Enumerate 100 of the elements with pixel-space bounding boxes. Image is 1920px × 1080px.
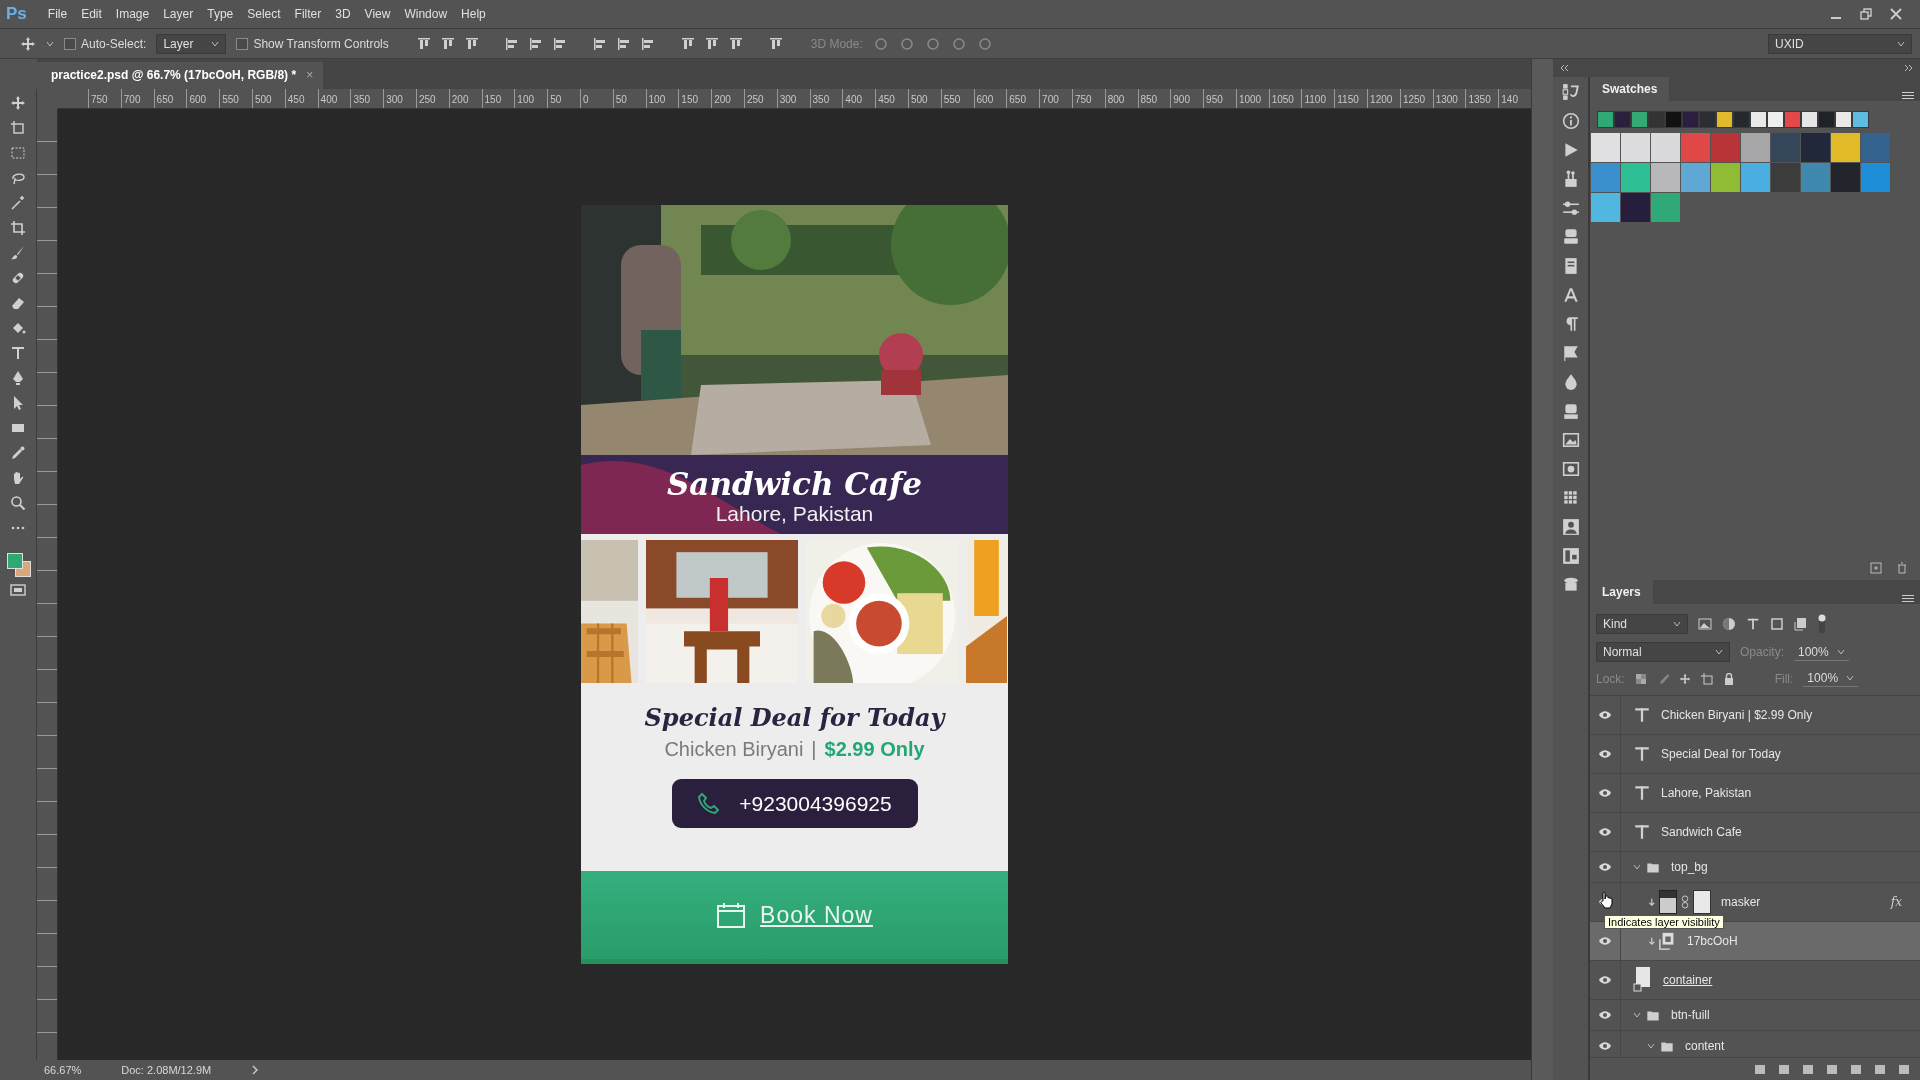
align-vertical-icon[interactable] (464, 36, 479, 51)
swatch[interactable] (1733, 111, 1750, 128)
align-vertical-icon[interactable] (440, 36, 455, 51)
expand-caret-icon[interactable] (1647, 1042, 1655, 1050)
effects-label[interactable]: fx (1890, 895, 1902, 909)
menu-item[interactable]: Select (240, 4, 288, 24)
swatch[interactable] (1771, 163, 1800, 192)
distribute-horizontal-icon[interactable] (704, 36, 719, 51)
eye-icon[interactable] (1598, 1010, 1612, 1020)
expand-caret-icon[interactable] (1633, 863, 1641, 871)
align-horizontal-icon[interactable] (504, 36, 519, 51)
zoom-icon[interactable] (10, 495, 26, 511)
restore-icon[interactable] (1860, 8, 1872, 20)
swatch[interactable] (1861, 133, 1890, 162)
swatch[interactable] (1621, 193, 1650, 222)
layer-row[interactable]: top_bg (1590, 852, 1920, 883)
type-tool-icon[interactable] (10, 345, 26, 361)
lock-icon[interactable] (1722, 672, 1735, 685)
menu-item[interactable]: 3D (328, 4, 358, 24)
marquee-icon[interactable] (10, 145, 26, 161)
eye-icon[interactable] (1598, 827, 1612, 837)
eye-icon[interactable] (1598, 710, 1612, 720)
filter-image-icon[interactable] (1698, 617, 1712, 631)
panel-menu-icon[interactable] (1902, 91, 1914, 101)
menu-item[interactable]: File (40, 4, 75, 24)
picture-frame-icon[interactable] (1561, 460, 1580, 478)
swatch[interactable] (1682, 111, 1699, 128)
opacity-field[interactable]: 100% (1794, 643, 1849, 661)
layer-row[interactable]: container (1590, 961, 1920, 1000)
character-icon[interactable] (1561, 286, 1580, 304)
history-icon[interactable] (1561, 83, 1580, 101)
swatch[interactable] (1631, 111, 1648, 128)
target-dropdown[interactable]: Layer (156, 33, 227, 54)
swatch[interactable] (1711, 133, 1740, 162)
blend-mode-dropdown[interactable]: Normal (1596, 642, 1730, 662)
lasso-icon[interactable] (10, 170, 26, 186)
eye-icon[interactable] (1598, 936, 1612, 946)
menu-item[interactable]: Window (397, 4, 455, 24)
eye-icon[interactable] (1598, 749, 1612, 759)
swatch[interactable] (1801, 133, 1830, 162)
swatch[interactable] (1801, 111, 1818, 128)
image-icon[interactable] (1561, 431, 1580, 449)
menu-item[interactable]: Type (200, 4, 241, 24)
filter-dropdown[interactable]: Kind (1596, 614, 1688, 634)
distribute-horizontal-icon[interactable] (680, 36, 695, 51)
swatch[interactable] (1621, 133, 1650, 162)
eye-icon[interactable] (1598, 975, 1612, 985)
layer-row[interactable]: btn-fuill (1590, 1000, 1920, 1031)
move-icon[interactable] (10, 95, 26, 111)
swatch[interactable] (1651, 163, 1680, 192)
menu-item[interactable]: Help (454, 4, 493, 24)
filter-type-icon[interactable] (1746, 617, 1760, 631)
distribute-horizontal-icon[interactable] (728, 36, 743, 51)
filter-smart-icon[interactable] (1794, 617, 1808, 631)
eye-icon[interactable] (1598, 1041, 1612, 1051)
layer-row[interactable]: Sandwich Cafe (1590, 813, 1920, 852)
close-icon[interactable] (1890, 8, 1902, 20)
swatch[interactable] (1614, 111, 1631, 128)
lock-move-icon[interactable] (1678, 672, 1691, 685)
filter-shape-icon[interactable] (1770, 617, 1784, 631)
swatch[interactable] (1771, 133, 1800, 162)
align-vertical-icon[interactable] (416, 36, 431, 51)
panel-menu-icon[interactable] (1902, 594, 1914, 604)
swatch[interactable] (1591, 133, 1620, 162)
swatch[interactable] (1852, 111, 1869, 128)
swatch[interactable] (1681, 133, 1710, 162)
fill-field[interactable]: 100% (1803, 670, 1859, 687)
pen-icon[interactable] (10, 370, 26, 386)
person-icon[interactable] (1561, 518, 1580, 536)
eraser-icon[interactable] (10, 295, 26, 311)
swatch[interactable] (1818, 111, 1835, 128)
filter-toggle-icon[interactable] (1818, 614, 1826, 634)
menu-item[interactable]: Filter (287, 4, 329, 24)
swatch[interactable] (1716, 111, 1733, 128)
auto-align-icon[interactable] (768, 36, 783, 51)
menu-item[interactable]: View (357, 4, 398, 24)
document-tab[interactable]: practice2.psd @ 66.7% (17bcOoH, RGB/8) * × (37, 62, 324, 89)
layer-row[interactable]: Lahore, Pakistan (1590, 774, 1920, 813)
eye-icon[interactable] (1598, 788, 1612, 798)
expand-icon[interactable] (1904, 64, 1914, 72)
new-swatch-icon[interactable] (1870, 562, 1882, 574)
panel-tab[interactable]: Swatches (1590, 77, 1670, 101)
collapse-icon[interactable] (1559, 64, 1569, 72)
zoom-level[interactable]: 66.67% (44, 1064, 82, 1076)
caret-icon[interactable] (46, 39, 54, 48)
swatch[interactable] (1767, 111, 1784, 128)
swatch[interactable] (1831, 163, 1860, 192)
distribute-vertical-icon[interactable] (640, 36, 655, 51)
filter-adjustment-icon[interactable] (1722, 617, 1736, 631)
expand-caret-icon[interactable] (1633, 1011, 1641, 1019)
swatch[interactable] (1835, 111, 1852, 128)
swatch[interactable] (1591, 193, 1620, 222)
wand-icon[interactable] (10, 195, 26, 211)
artboard-icon[interactable] (10, 120, 26, 136)
swatch[interactable] (1681, 163, 1710, 192)
swatch[interactable] (1801, 163, 1830, 192)
panel-tab[interactable]: Layers (1590, 580, 1653, 604)
swatch[interactable] (1597, 111, 1614, 128)
swatch[interactable] (1741, 163, 1770, 192)
swatch[interactable] (1831, 133, 1860, 162)
